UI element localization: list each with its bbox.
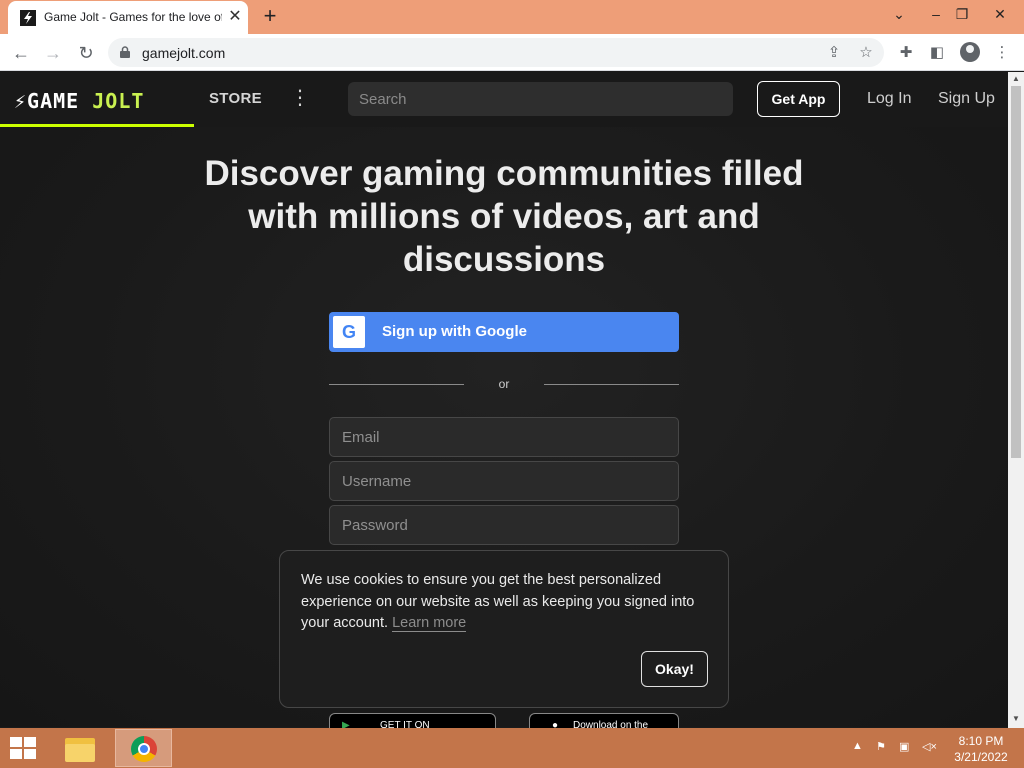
scroll-up-arrow-icon[interactable]: ▲	[1012, 74, 1020, 83]
apple-icon: ●	[552, 720, 559, 728]
logo-word-jolt: JOLT	[92, 89, 145, 113]
logo-word-game: GAME	[27, 89, 80, 113]
browser-titlebar: Game Jolt - Games for the love of ✕ + ⌄ …	[0, 0, 1024, 34]
close-window-icon[interactable]: ✕	[984, 0, 1016, 30]
extensions-puzzle-icon[interactable]: ✚	[895, 42, 917, 64]
scroll-down-arrow-icon[interactable]: ▼	[1012, 714, 1020, 723]
google-signup-label: Sign up with Google	[382, 323, 527, 340]
learn-more-link[interactable]: Learn more	[392, 615, 467, 632]
side-panel-icon[interactable]: ◧	[926, 42, 948, 64]
clock-date: 3/21/2022	[954, 750, 1008, 764]
site-search-input[interactable]	[348, 82, 733, 116]
divider-left	[329, 384, 464, 385]
gamejolt-favicon-icon	[20, 10, 36, 26]
bookmark-star-icon[interactable]: ☆	[856, 43, 876, 63]
logo-active-underline	[0, 124, 194, 127]
new-tab-button[interactable]: +	[258, 5, 282, 29]
google-icon: G	[333, 316, 365, 348]
chrome-menu-icon[interactable]: ⋮	[991, 42, 1013, 64]
tray-overflow-icon[interactable]: ▲	[852, 740, 863, 752]
cookie-message: We use cookies to ensure you get the bes…	[301, 570, 711, 635]
windows-taskbar: ▲ ⚑ ▣ ◁× 8:10 PM 3/21/2022	[0, 728, 1024, 768]
volume-muted-icon[interactable]: ◁×	[922, 740, 937, 753]
hero-headline: Discover gaming communities filled with …	[204, 154, 804, 279]
email-field[interactable]	[329, 417, 679, 457]
cookie-message-text: We use cookies to ensure you get the bes…	[301, 572, 695, 631]
clock-time: 8:10 PM	[958, 734, 1004, 748]
reload-icon[interactable]: ↻	[73, 40, 99, 66]
taskbar-clock[interactable]: 8:10 PM 3/21/2022	[948, 733, 1014, 765]
url-text: gamejolt.com	[142, 45, 226, 61]
cookie-okay-button[interactable]: Okay!	[641, 651, 708, 687]
google-play-badge[interactable]: ▶ GET IT ON	[329, 713, 496, 728]
google-play-badge-text: GET IT ON	[380, 720, 430, 728]
chrome-taskbar-button[interactable]	[115, 729, 172, 767]
play-icon: ▶	[342, 720, 350, 728]
profile-avatar-icon[interactable]	[960, 42, 980, 62]
lock-icon	[120, 46, 130, 58]
chrome-icon	[131, 736, 157, 762]
address-bar[interactable]: gamejolt.com ⇪ ☆	[108, 38, 884, 67]
site-header: ⚡GAME JOLT STORE ⋮ Get App Log In Sign U…	[0, 72, 1008, 127]
username-field[interactable]	[329, 461, 679, 501]
browser-tab[interactable]: Game Jolt - Games for the love of ✕	[8, 1, 248, 34]
restore-icon[interactable]: ❐	[946, 0, 978, 30]
password-field[interactable]	[329, 505, 679, 545]
cookie-banner: We use cookies to ensure you get the bes…	[279, 550, 729, 708]
scrollbar-thumb[interactable]	[1011, 86, 1021, 458]
app-store-badge-text: Download on the	[573, 720, 649, 728]
share-icon[interactable]: ⇪	[824, 43, 844, 63]
file-explorer-icon[interactable]	[62, 732, 100, 766]
signup-link[interactable]: Sign Up	[938, 90, 995, 108]
back-arrow-icon[interactable]: ←	[8, 40, 34, 66]
tab-title: Game Jolt - Games for the love of	[44, 10, 222, 24]
more-menu-icon[interactable]: ⋮	[290, 86, 310, 110]
or-label: or	[498, 377, 510, 391]
google-glyph: G	[341, 322, 356, 342]
flag-alert-icon[interactable]: ⚑	[876, 740, 886, 753]
divider-right	[544, 384, 679, 385]
tab-search-chevron-icon[interactable]: ⌄	[883, 0, 915, 30]
gamejolt-logo[interactable]: ⚡GAME JOLT	[14, 89, 144, 113]
bolt-icon: ⚡	[14, 89, 28, 113]
tab-close-icon[interactable]: ✕	[226, 8, 244, 26]
google-signup-button[interactable]: G Sign up with Google	[329, 312, 679, 352]
page-viewport: ⚡GAME JOLT STORE ⋮ Get App Log In Sign U…	[0, 72, 1008, 728]
network-icon[interactable]: ▣	[899, 740, 909, 753]
login-link[interactable]: Log In	[867, 90, 911, 108]
app-store-badge[interactable]: ● Download on the	[529, 713, 679, 728]
get-app-button[interactable]: Get App	[757, 81, 840, 117]
forward-arrow-icon[interactable]: →	[40, 40, 66, 66]
store-link[interactable]: STORE	[209, 90, 262, 107]
windows-start-icon[interactable]	[10, 737, 38, 761]
page-scrollbar[interactable]: ▲ ▼	[1008, 72, 1024, 728]
browser-toolbar: ← → ↻ gamejolt.com ⇪ ☆ ✚ ◧ ⋮	[0, 34, 1024, 71]
